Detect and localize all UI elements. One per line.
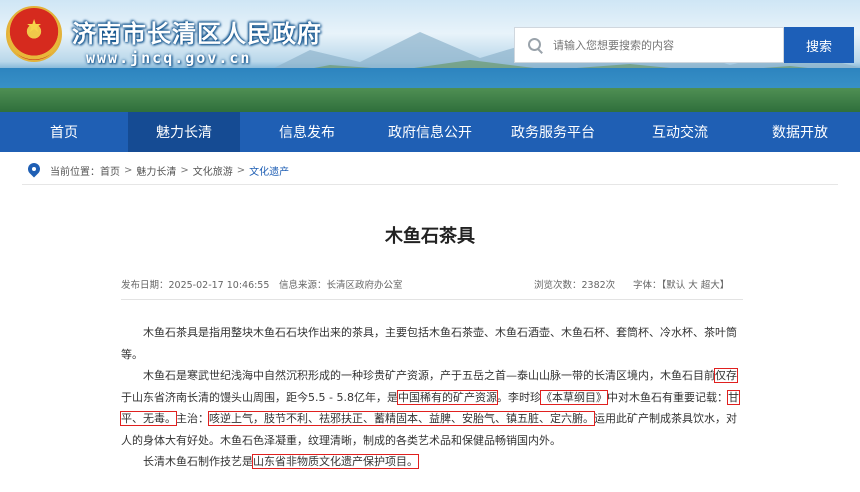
breadcrumb-item-charm[interactable]: 魅力长清 — [136, 163, 176, 178]
breadcrumb-prefix: 当前位置： — [50, 167, 100, 178]
nav-item-info-release[interactable]: 信息发布 — [240, 112, 374, 152]
search-icon — [527, 37, 543, 53]
breadcrumb-item-cultural-heritage[interactable]: 文化遗产 — [249, 163, 289, 178]
shore — [0, 88, 860, 112]
info-source: 信息来源：长清区政府办公室 — [279, 280, 403, 291]
breadcrumb-item-culture-tourism[interactable]: 文化旅游 — [193, 163, 233, 178]
nav-item-charm-changqing[interactable]: 魅力长清 — [128, 112, 240, 152]
text-span: 中对木鱼石有重要记载： — [606, 390, 728, 404]
nav-item-gov-info-disclosure[interactable]: 政府信息公开 — [374, 112, 486, 152]
location-pin-icon — [28, 163, 40, 178]
article-meta: 发布日期：2025-02-17 10:46:55 信息来源：长清区政府办公室 浏… — [121, 277, 743, 291]
paragraph: 木鱼石茶具是指用整块木鱼石石块作出来的茶具，主要包括木鱼石茶壶、木鱼石酒壶、木鱼… — [121, 326, 737, 361]
divider — [22, 184, 838, 185]
header-banner: ★ 济南市长清区人民政府 www.jncq.gov.cn 搜索 — [0, 0, 860, 112]
font-size-control[interactable]: 字体：【默认 大 超大】 — [633, 277, 729, 291]
paragraph: 木鱼石是寒武世纪浅海中自然沉积形成的一种珍贵矿产资源，产于五岳之首—泰山山脉一带… — [120, 365, 743, 451]
text-span: 主治： — [176, 412, 209, 425]
publish-date: 发布日期：2025-02-17 10:46:55 — [121, 280, 270, 291]
site-title[interactable]: 济南市长清区人民政府 — [72, 14, 322, 49]
text-span: 。李时珍 — [496, 390, 541, 404]
breadcrumb: 当前位置： 首页 > 魅力长清 > 文化旅游 > 文化遗产 — [28, 163, 289, 178]
nav-item-interaction[interactable]: 互动交流 — [620, 112, 740, 152]
nav-item-data-open[interactable]: 数据开放 — [740, 112, 860, 152]
view-count: 浏览次数：2382次 — [534, 280, 616, 291]
breadcrumb-separator: > — [236, 165, 246, 176]
text-span: 于山东省济南长清的馒头山周围，距今5.5 - 5.8亿年，是 — [121, 390, 398, 404]
search-input[interactable] — [553, 38, 773, 52]
highlight-box: 山东省非物质文化遗产保护项目。 — [252, 454, 419, 469]
national-emblem-icon[interactable]: ★ — [6, 6, 62, 62]
nav-item-gov-service-platform[interactable]: 政务服务平台 — [486, 112, 620, 152]
main-nav: 首页 魅力长清 信息发布 政府信息公开 政务服务平台 互动交流 数据开放 — [0, 112, 860, 152]
highlight-box: 《本草纲目》 — [539, 389, 608, 405]
article-title: 木鱼石茶具 — [385, 226, 475, 247]
article-body: 木鱼石茶具是指用整块木鱼石石块作出来的茶具，主要包括木鱼石茶壶、木鱼石酒壶、木鱼… — [120, 322, 743, 473]
breadcrumb-separator: > — [124, 165, 133, 176]
highlight-box: 咳逆上气，肢节不利、祛邪扶正、蓄精固本、益脾、安胎气、镇五脏、定六腑。 — [208, 411, 595, 426]
paragraph: 长清木鱼石制作技艺是山东省非物质文化遗产保护项目。 — [121, 451, 743, 473]
divider — [121, 299, 743, 300]
text-span: 长清木鱼石制作技艺是 — [143, 455, 253, 468]
nav-item-home[interactable]: 首页 — [0, 112, 128, 152]
search-box[interactable] — [514, 27, 784, 63]
highlight-box: 中国稀有的矿产资源 — [396, 389, 498, 405]
site-url: www.jncq.gov.cn — [86, 49, 252, 67]
breadcrumb-separator: > — [180, 165, 189, 176]
text-span: 木鱼石是寒武世纪浅海中自然沉积形成的一种珍贵矿产资源，产于五岳之首—泰山山脉一带… — [143, 369, 715, 382]
breadcrumb-item-home[interactable]: 首页 — [100, 163, 120, 178]
highlight-box: 仅存 — [714, 368, 738, 383]
search-button[interactable]: 搜索 — [784, 27, 854, 63]
